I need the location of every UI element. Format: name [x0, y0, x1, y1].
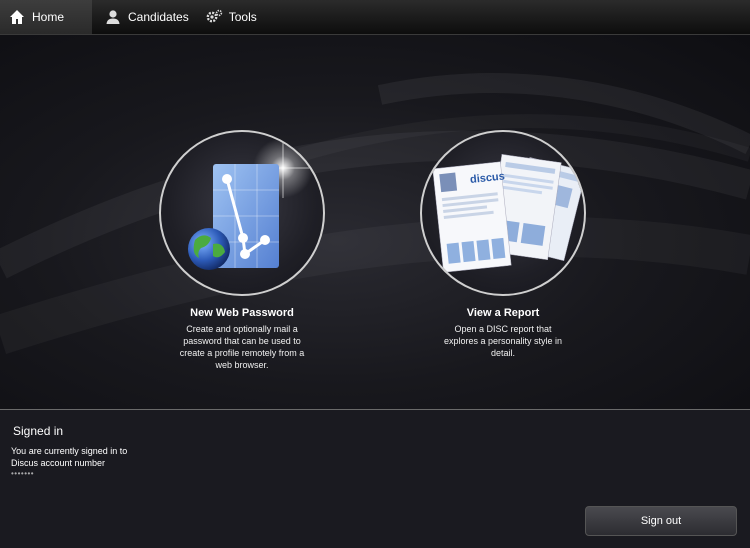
new-web-password-tile[interactable]: New Web Password Create and optionally m…	[152, 130, 332, 371]
view-report-tile[interactable]: discus View a Report Open a DISC report …	[413, 130, 593, 359]
main-area: New Web Password Create and optionally m…	[0, 35, 750, 409]
signed-in-line2: Discus account number	[11, 458, 106, 468]
tab-tools[interactable]: Tools	[197, 0, 265, 34]
view-report-circle: discus	[420, 130, 586, 296]
account-number: •••••••	[11, 469, 35, 478]
person-icon	[104, 8, 122, 26]
signed-in-panel: Signed in You are currently signed in to…	[0, 410, 750, 548]
signed-in-line1: You are currently signed in to	[11, 446, 128, 456]
tab-home[interactable]: Home	[0, 0, 92, 34]
tile-title: View a Report	[466, 307, 540, 319]
signed-in-title: Signed in	[13, 424, 64, 438]
web-password-circle	[159, 130, 325, 296]
tab-tools-label: Tools	[228, 10, 257, 24]
web-password-icon	[188, 138, 315, 270]
report-documents-icon: discus	[432, 154, 584, 273]
sign-out-button[interactable]: Sign out	[585, 506, 737, 536]
tile-description: Open a DISC report that explores a perso…	[443, 324, 563, 358]
tab-candidates-label: Candidates	[128, 10, 189, 24]
home-icon	[8, 8, 26, 26]
tile-description: Create and optionally mail a password th…	[179, 324, 305, 370]
background-swoosh	[0, 73, 750, 355]
tab-candidates[interactable]: Candidates	[96, 0, 197, 34]
tab-home-label: Home	[32, 10, 65, 24]
gear-icon	[205, 8, 223, 26]
top-nav-bar: Home Candidates Tools	[0, 0, 750, 35]
signed-in-text: You are currently signed in to Discus ac…	[11, 445, 127, 469]
tile-title: New Web Password	[190, 307, 294, 319]
